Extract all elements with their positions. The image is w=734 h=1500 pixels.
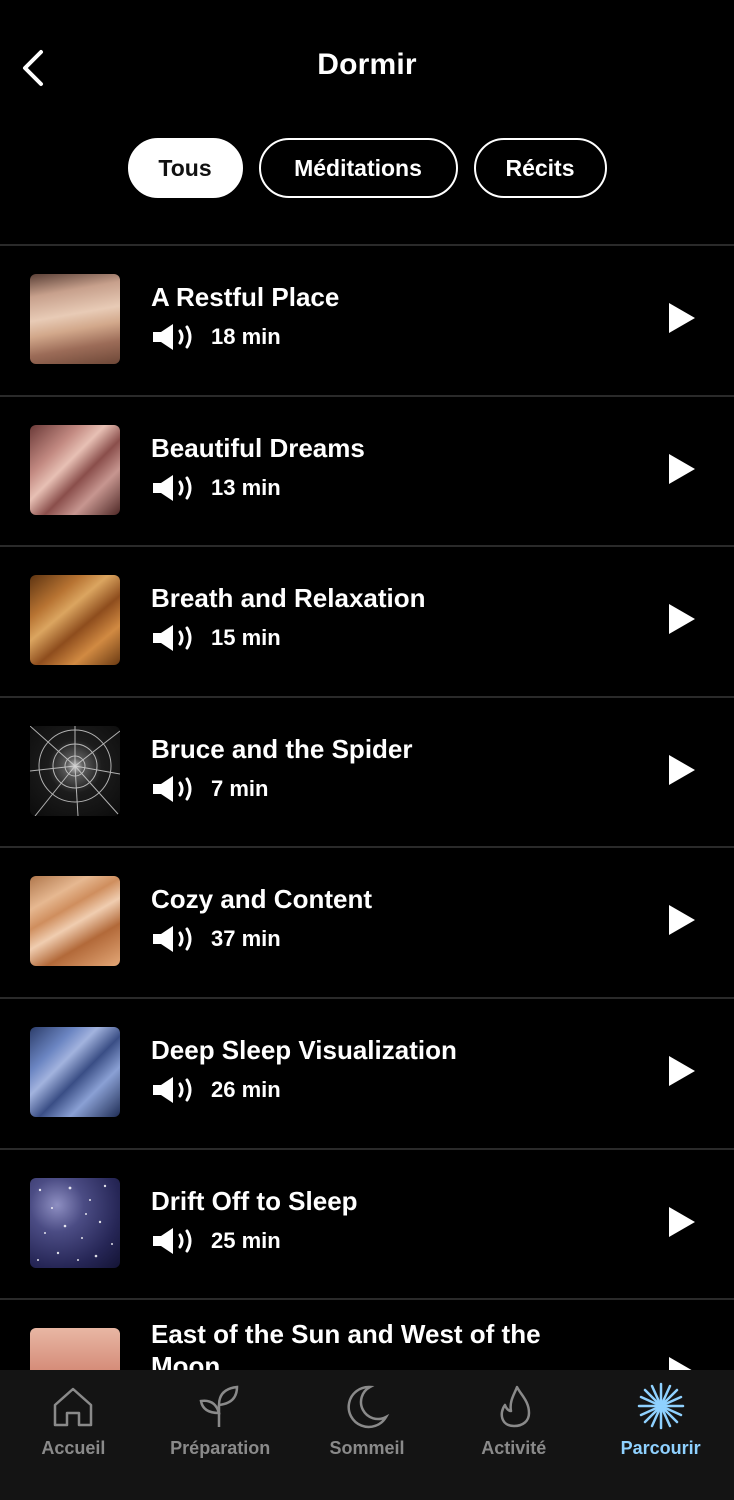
session-list[interactable]: A Restful Place 18 min Beautiful Dreams … xyxy=(0,244,734,1370)
item-title: East of the Sun and West of the Moon xyxy=(151,1319,541,1370)
play-button[interactable] xyxy=(666,752,698,788)
nav-label: Préparation xyxy=(170,1438,271,1458)
nav-label: Sommeil xyxy=(329,1438,405,1458)
bottom-nav: Accueil Préparation Sommeil Activité Par… xyxy=(0,1370,734,1500)
play-button[interactable] xyxy=(666,1204,698,1240)
speaker-icon xyxy=(151,924,197,954)
tab-meditations[interactable]: Méditations xyxy=(258,138,458,198)
item-meta: 15 min xyxy=(151,623,281,653)
list-item[interactable]: Deep Sleep Visualization 26 min xyxy=(0,999,734,1150)
tab-tous[interactable]: Tous xyxy=(127,138,243,198)
item-duration: 15 min xyxy=(211,625,281,651)
item-meta: 18 min xyxy=(151,322,281,352)
speaker-icon xyxy=(151,623,197,653)
nav-label: Parcourir xyxy=(620,1438,701,1458)
item-thumbnail xyxy=(30,1328,120,1370)
play-icon xyxy=(669,303,695,333)
list-item[interactable]: East of the Sun and West of the Moon xyxy=(0,1300,734,1370)
item-thumbnail xyxy=(30,274,120,364)
play-button[interactable] xyxy=(666,1053,698,1089)
play-button[interactable] xyxy=(666,1354,698,1370)
item-duration: 25 min xyxy=(211,1227,281,1253)
item-duration: 37 min xyxy=(211,926,281,952)
item-thumbnail xyxy=(30,876,120,967)
nav-item-preparation[interactable]: Préparation xyxy=(147,1370,294,1500)
speaker-icon xyxy=(151,473,197,503)
header: Dormir xyxy=(0,0,734,135)
speaker-icon xyxy=(151,774,197,804)
flame-icon xyxy=(488,1380,540,1432)
item-title: Bruce and the Spider xyxy=(151,733,413,764)
item-title: Deep Sleep Visualization xyxy=(151,1034,457,1065)
sparkle-icon xyxy=(635,1380,687,1432)
item-thumbnail xyxy=(30,1177,120,1268)
play-icon xyxy=(669,604,695,635)
play-button[interactable] xyxy=(666,601,698,637)
item-thumbnail xyxy=(30,1026,120,1117)
item-duration: 7 min xyxy=(211,775,269,801)
item-title: Breath and Relaxation xyxy=(151,583,426,614)
item-meta: 25 min xyxy=(151,1226,281,1256)
play-icon xyxy=(669,1206,695,1237)
play-icon xyxy=(669,905,695,936)
item-thumbnail xyxy=(30,424,120,515)
home-icon xyxy=(47,1380,99,1432)
item-meta: 26 min xyxy=(151,1075,281,1105)
item-title: Beautiful Dreams xyxy=(151,432,365,463)
nav-label: Accueil xyxy=(41,1438,106,1458)
play-button[interactable] xyxy=(666,300,698,336)
nav-item-accueil[interactable]: Accueil xyxy=(0,1370,147,1500)
play-icon xyxy=(669,754,695,785)
item-title: A Restful Place xyxy=(151,282,340,312)
item-thumbnail xyxy=(29,725,121,817)
nav-item-parcourir[interactable]: Parcourir xyxy=(587,1370,734,1500)
play-icon xyxy=(669,1055,695,1086)
play-icon xyxy=(669,453,695,484)
speaker-icon xyxy=(151,1075,197,1105)
list-item[interactable]: Drift Off to Sleep 25 min xyxy=(0,1150,734,1301)
sprout-icon xyxy=(194,1380,246,1432)
item-meta: 13 min xyxy=(151,473,281,503)
page-title: Dormir xyxy=(317,48,417,81)
nav-item-sommeil[interactable]: Sommeil xyxy=(294,1370,441,1500)
play-button[interactable] xyxy=(666,902,698,938)
speaker-icon xyxy=(151,322,197,352)
list-item[interactable]: A Restful Place 18 min xyxy=(0,246,734,397)
speaker-icon xyxy=(151,1226,197,1256)
nav-item-activite[interactable]: Activité xyxy=(440,1370,587,1500)
play-button[interactable] xyxy=(666,451,698,487)
nav-label: Activité xyxy=(481,1438,547,1458)
tab-recits[interactable]: Récits xyxy=(473,138,607,198)
list-item[interactable]: Breath and Relaxation 15 min xyxy=(0,547,734,698)
moon-icon xyxy=(341,1380,393,1432)
item-duration: 18 min xyxy=(211,324,281,349)
list-item[interactable]: Beautiful Dreams 13 min xyxy=(0,397,734,548)
item-duration: 13 min xyxy=(211,474,281,500)
item-thumbnail xyxy=(30,575,120,666)
play-icon xyxy=(669,1357,692,1370)
list-item[interactable]: Bruce and the Spider 7 min xyxy=(0,698,734,849)
item-meta: 7 min xyxy=(151,774,268,804)
list-item[interactable]: Cozy and Content 37 min xyxy=(0,848,734,999)
item-meta: 37 min xyxy=(151,924,281,954)
filter-tabs: Tous Méditations Récits xyxy=(0,138,734,198)
item-title: Cozy and Content xyxy=(151,884,372,915)
item-duration: 26 min xyxy=(211,1076,281,1102)
app-root: Dormir Tous Méditations Récits A Restful… xyxy=(0,0,734,1500)
item-title: Drift Off to Sleep xyxy=(151,1185,358,1216)
